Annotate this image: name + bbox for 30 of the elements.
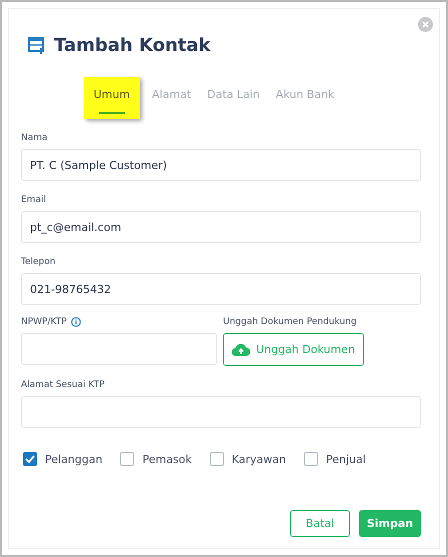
checkbox-label: Penjual <box>326 452 366 466</box>
checkbox[interactable] <box>304 452 318 466</box>
checkbox-label: Karyawan <box>232 452 286 466</box>
checkbox[interactable] <box>120 452 134 466</box>
input-field[interactable]: PT. C (Sample Customer) <box>21 149 421 181</box>
checkbox-label: Pemasok <box>142 452 192 466</box>
field-label: Alamat Sesuai KTP <box>21 380 106 390</box>
checkbox-label: Pelanggan <box>45 452 102 466</box>
cancel-button[interactable]: Batal <box>290 510 350 537</box>
input-field[interactable]: 021-98765432 <box>21 273 421 305</box>
field-label: Email <box>21 195 47 205</box>
upload-button[interactable]: Unggah Dokumen <box>223 333 364 366</box>
field-label: Unggah Dokumen Pendukung <box>223 317 358 327</box>
cloud-upload-icon <box>232 344 250 356</box>
dialog-title: Tambah Kontak <box>54 34 211 56</box>
checkbox[interactable] <box>23 452 37 466</box>
field-label: Telepon <box>21 257 56 267</box>
tab[interactable]: Data Lain <box>203 77 264 119</box>
info-icon[interactable] <box>70 317 81 327</box>
close-icon[interactable] <box>418 17 433 32</box>
tab[interactable]: Akun Bank <box>272 77 338 119</box>
save-button[interactable]: Simpan <box>359 510 421 537</box>
input-field[interactable] <box>21 396 421 428</box>
field-label: NPWP/KTP <box>21 317 67 327</box>
field-label: Nama <box>21 133 49 143</box>
checkbox[interactable] <box>210 452 224 466</box>
tab[interactable]: Alamat <box>148 77 196 119</box>
input-field[interactable]: pt_c@email.com <box>21 211 421 243</box>
input-field[interactable] <box>21 333 217 365</box>
tab[interactable]: Umum <box>84 77 140 119</box>
